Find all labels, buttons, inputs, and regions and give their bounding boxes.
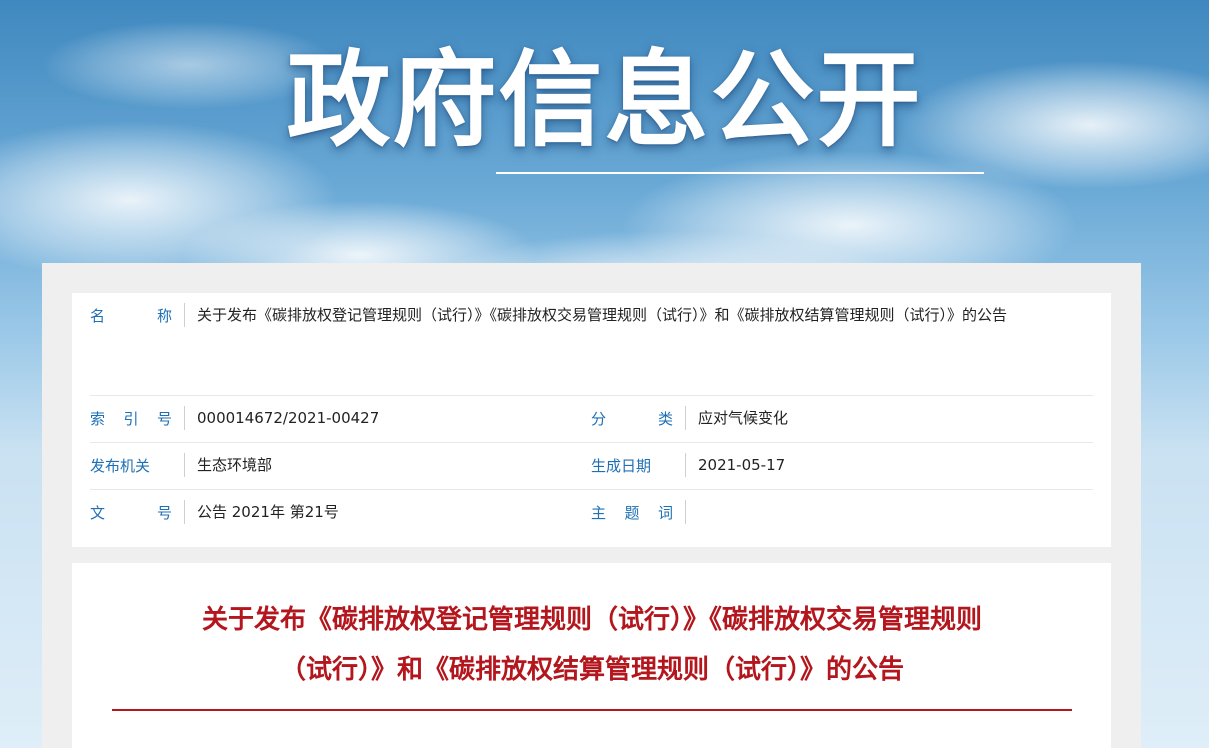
index-value: 000014672/2021-00427 [197, 409, 380, 427]
subject-value [698, 490, 1083, 537]
banner-title: 政府信息公开 [286, 39, 923, 161]
divider [685, 406, 686, 430]
title-divider [112, 709, 1072, 711]
banner-underline [496, 172, 984, 174]
divider [685, 500, 686, 524]
docno-value: 公告 2021年 第21号 [197, 503, 339, 521]
metadata-card: 名称 关于发布《碳排放权登记管理规则（试行）》《碳排放权交易管理规则（试行）》和… [72, 293, 1111, 547]
divider [184, 303, 185, 327]
name-value: 关于发布《碳排放权登记管理规则（试行）》《碳排放权交易管理规则（试行）》和《碳排… [197, 306, 1008, 324]
meta-row-index: 索引号 000014672/2021-00427 分类 应对气候变化 [90, 396, 1093, 443]
divider [184, 453, 185, 477]
divider [184, 500, 185, 524]
date-label: 生成日期 [591, 457, 652, 475]
issuer-label: 发布机关 [90, 457, 151, 475]
index-label: 索引号 [90, 410, 172, 428]
category-label: 分类 [591, 410, 673, 428]
content-panel: 名称 关于发布《碳排放权登记管理规则（试行）》《碳排放权交易管理规则（试行）》和… [42, 263, 1141, 748]
divider [685, 453, 686, 477]
subject-label: 主题词 [591, 504, 673, 522]
meta-row-docno: 文号 公告 2021年 第21号 主题词 [90, 490, 1093, 537]
divider [184, 406, 185, 430]
article-title: 关于发布《碳排放权登记管理规则（试行）》《碳排放权交易管理规则（试行）》和《碳排… [201, 605, 982, 685]
category-value: 应对气候变化 [698, 409, 789, 427]
article-card: 关于发布《碳排放权登记管理规则（试行）》《碳排放权交易管理规则（试行）》和《碳排… [72, 563, 1111, 748]
meta-row-issuer: 发布机关 生态环境部 生成日期 2021-05-17 [90, 443, 1093, 490]
meta-row-name: 名称 关于发布《碳排放权登记管理规则（试行）》《碳排放权交易管理规则（试行）》和… [90, 293, 1093, 396]
issuer-value: 生态环境部 [197, 456, 273, 474]
docno-label: 文号 [90, 504, 172, 522]
date-value: 2021-05-17 [698, 456, 786, 474]
name-label: 名称 [90, 307, 172, 325]
